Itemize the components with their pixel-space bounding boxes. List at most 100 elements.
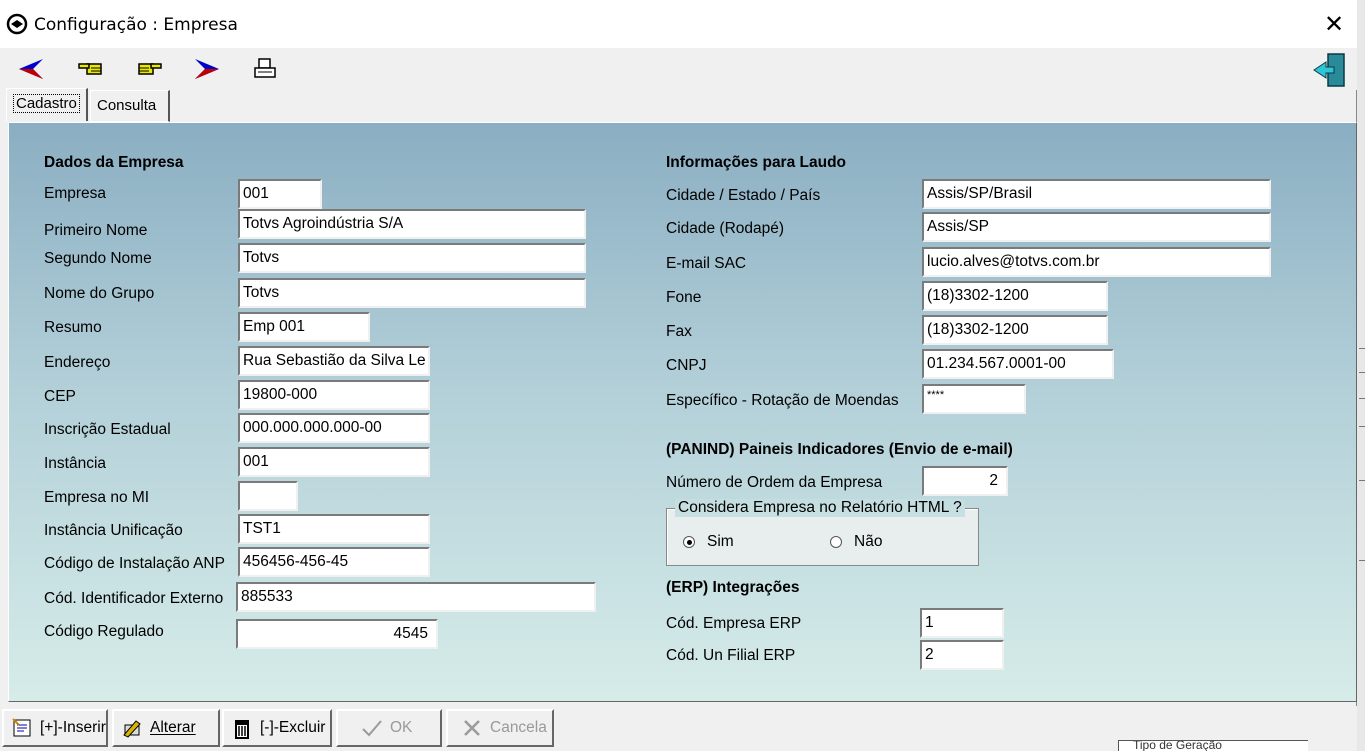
blue-arrow-right-icon xyxy=(195,59,219,79)
edge-tick xyxy=(1359,560,1365,561)
informacoes-laudo-header: Informações para Laudo xyxy=(666,154,847,171)
insert-record-icon xyxy=(10,716,34,740)
print-button[interactable] xyxy=(250,54,280,84)
hand-pointing-right-icon xyxy=(138,63,162,75)
especifico-rotacao-field[interactable]: **** xyxy=(922,384,1026,414)
endereco-label: Endereço xyxy=(44,354,111,371)
fax-field[interactable]: (18)3302-1200 xyxy=(922,315,1108,345)
fax-label: Fax xyxy=(666,323,692,340)
cnpj-field[interactable]: 01.234.567.0001-00 xyxy=(922,349,1114,379)
excluir-button[interactable]: [-]-Excluir xyxy=(222,709,332,747)
cadastro-panel: Dados da Empresa Empresa 001 Primeiro No… xyxy=(8,122,1357,702)
relatorio-html-group-title: Considera Empresa no Relatório HTML ? xyxy=(675,499,965,517)
cancela-button[interactable]: Cancela xyxy=(446,709,554,747)
resumo-label: Resumo xyxy=(44,319,102,336)
edge-tick xyxy=(1359,426,1365,427)
trash-can-icon xyxy=(230,716,254,740)
navigation-toolbar xyxy=(0,48,1357,90)
primeiro-nome-field[interactable]: Totvs Agroindústria S/A xyxy=(238,209,586,239)
inscricao-estadual-field[interactable]: 000.000.000.000-00 xyxy=(238,413,430,443)
radio-nao[interactable]: Não xyxy=(830,533,882,551)
email-sac-label: E-mail SAC xyxy=(666,255,747,272)
fone-field[interactable]: (18)3302-1200 xyxy=(922,281,1108,311)
ok-label: OK xyxy=(390,719,413,736)
radio-sim-label: Sim xyxy=(707,533,734,550)
empresa-label: Empresa xyxy=(44,185,107,202)
cod-identificador-externo-field[interactable]: 885533 xyxy=(236,582,596,612)
edge-tick xyxy=(1359,372,1365,373)
ok-button[interactable]: OK xyxy=(336,709,442,747)
erp-integracoes-header: (ERP) Integrações xyxy=(666,579,800,596)
cod-filial-erp-field[interactable]: 2 xyxy=(920,640,1004,670)
instancia-unificacao-label: Instância Unificação xyxy=(44,522,183,539)
codigo-anp-label: Código de Instalação ANP xyxy=(44,555,225,572)
title-bar: Configuração : Empresa ✕ xyxy=(0,0,1357,48)
primeiro-nome-label: Primeiro Nome xyxy=(44,222,148,239)
resumo-field[interactable]: Emp 001 xyxy=(238,312,370,342)
radio-nao-label: Não xyxy=(854,533,883,550)
cod-empresa-erp-label: Cód. Empresa ERP xyxy=(666,615,802,632)
especifico-rotacao-label: Específico - Rotação de Moendas xyxy=(666,392,899,409)
nome-grupo-label: Nome do Grupo xyxy=(44,285,155,302)
radio-sim-indicator xyxy=(683,536,695,548)
close-button[interactable]: ✕ xyxy=(1318,8,1350,40)
cancel-x-icon xyxy=(460,716,484,740)
codigo-regulado-field[interactable]: 4545 xyxy=(236,619,438,649)
alterar-label: Alterar xyxy=(150,719,196,736)
exit-door-icon xyxy=(1313,53,1345,87)
tab-cadastro[interactable]: Cadastro xyxy=(6,88,88,121)
panind-header: (PANIND) Paineis Indicadores (Envio de e… xyxy=(666,441,1013,458)
nome-grupo-field[interactable]: Totvs xyxy=(238,278,586,308)
cod-empresa-erp-field[interactable]: 1 xyxy=(920,608,1004,638)
cnpj-label: CNPJ xyxy=(666,357,707,374)
tab-consulta[interactable]: Consulta xyxy=(90,90,170,122)
tab-strip: Cadastro Consulta xyxy=(0,88,1357,122)
instancia-label: Instância xyxy=(44,455,107,472)
alterar-button[interactable]: Alterar xyxy=(112,709,220,747)
cidade-rodape-label: Cidade (Rodapé) xyxy=(666,220,785,237)
cancela-label: Cancela xyxy=(490,719,547,736)
edge-tick xyxy=(1359,348,1365,349)
inserir-button[interactable]: [+]-Inserir xyxy=(2,709,108,747)
numero-ordem-label: Número de Ordem da Empresa xyxy=(666,474,883,491)
instancia-unificacao-field[interactable]: TST1 xyxy=(238,514,430,544)
tab-cadastro-label: Cadastro xyxy=(13,94,80,113)
radio-sim[interactable]: Sim xyxy=(683,533,734,551)
hand-pointing-left-icon xyxy=(78,63,102,75)
app-logo-icon xyxy=(6,13,28,35)
exit-button[interactable] xyxy=(1312,52,1348,88)
segundo-nome-label: Segundo Nome xyxy=(44,250,152,267)
blue-arrow-left-icon xyxy=(19,59,43,79)
edit-pencil-icon xyxy=(120,716,144,740)
next-record-button[interactable] xyxy=(134,54,164,84)
cidade-rodape-field[interactable]: Assis/SP xyxy=(922,212,1271,242)
previous-record-button[interactable] xyxy=(76,54,106,84)
numero-ordem-field[interactable]: 2 xyxy=(922,466,1008,496)
email-sac-field[interactable]: lucio.alves@totvs.com.br xyxy=(922,247,1271,277)
fone-label: Fone xyxy=(666,289,702,306)
first-record-button[interactable] xyxy=(16,54,46,84)
cidade-estado-pais-field[interactable]: Assis/SP/Brasil xyxy=(922,179,1271,209)
configuracao-empresa-window: Configuração : Empresa ✕ Cadastro Consul… xyxy=(0,0,1357,751)
cidade-estado-pais-label: Cidade / Estado / País xyxy=(666,187,821,204)
window-title: Configuração : Empresa xyxy=(34,15,238,35)
printer-icon xyxy=(254,58,276,78)
inserir-label: [+]-Inserir xyxy=(40,719,106,736)
codigo-regulado-label: Código Regulado xyxy=(44,623,164,640)
checkmark-icon xyxy=(360,716,384,740)
edge-tick xyxy=(1359,398,1365,399)
empresa-mi-field[interactable] xyxy=(238,481,298,511)
radio-nao-indicator xyxy=(830,536,842,548)
background-window-label: Tipo de Geração xyxy=(1118,740,1308,751)
empresa-mi-label: Empresa no MI xyxy=(44,489,150,506)
empresa-field[interactable]: 001 xyxy=(238,179,322,209)
instancia-field[interactable]: 001 xyxy=(238,447,430,477)
segundo-nome-field[interactable]: Totvs xyxy=(238,243,586,273)
excluir-label: [-]-Excluir xyxy=(260,719,326,736)
codigo-anp-field[interactable]: 456456-456-45 xyxy=(238,547,430,577)
cep-field[interactable]: 19800-000 xyxy=(238,380,430,410)
last-record-button[interactable] xyxy=(192,54,222,84)
endereco-field[interactable]: Rua Sebastião da Silva Le xyxy=(238,346,430,376)
dados-empresa-header: Dados da Empresa xyxy=(44,154,184,171)
tab-consulta-label: Consulta xyxy=(97,97,157,114)
